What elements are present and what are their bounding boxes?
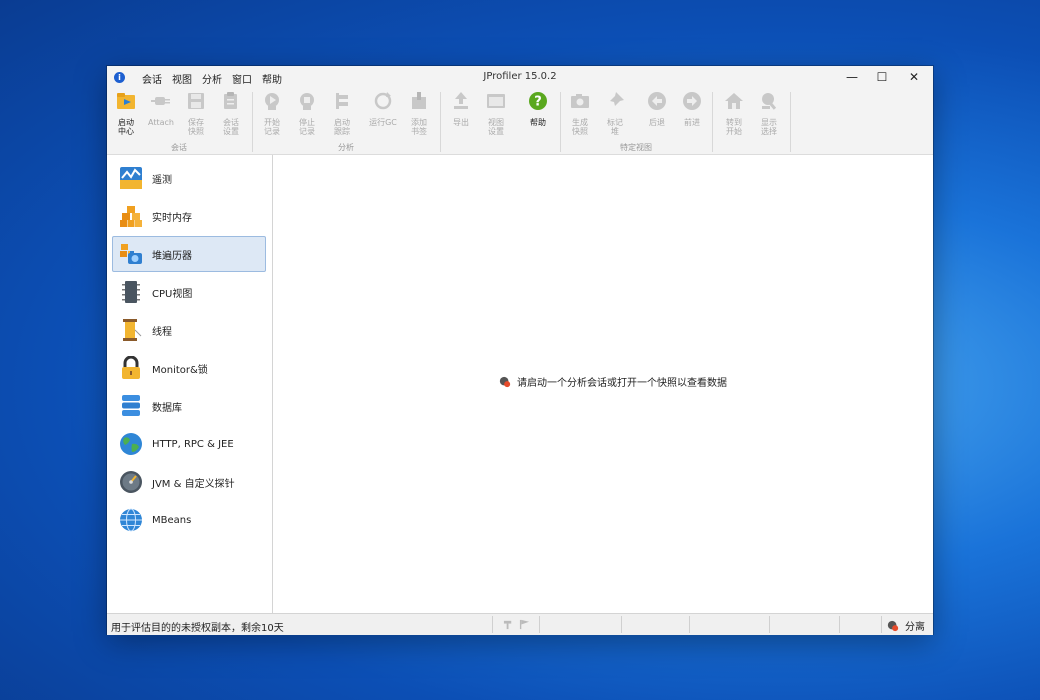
- attach-icon: [151, 97, 170, 105]
- export-button[interactable]: 导出: [444, 91, 478, 127]
- toolbar-group-view-specific: 特定视图: [620, 143, 652, 152]
- help-icon: ?: [529, 92, 547, 110]
- status-separator: [539, 616, 540, 633]
- license-status-text: 用于评估目的的未授权副本，剩余10天: [111, 623, 284, 634]
- sidebar-item-label: 线程: [152, 326, 172, 338]
- empty-state-text: 请启动一个分析会话或打开一个快照以查看数据: [517, 378, 727, 389]
- app-window: i 会话 视图 分析 窗口 帮助 JProfiler 15.0.2 — ☐ ✕ …: [107, 66, 933, 635]
- export-icon: [454, 92, 468, 109]
- session-settings-button[interactable]: 会话 设置: [214, 91, 248, 136]
- home-icon: [725, 93, 743, 109]
- toolbar: 启动 中心 Attach 保存 快照 会话 设置 会话 开始 记录 停止 记录 …: [107, 88, 933, 155]
- status-separator: [839, 616, 840, 633]
- status-bar: 用于评估目的的未授权副本，剩余10天 分离: [107, 613, 933, 635]
- add-bookmark-button[interactable]: 添加 书签: [402, 91, 436, 136]
- sidebar-item-http-rpc-jee[interactable]: HTTP, RPC & JEE: [112, 426, 266, 462]
- sidebar-item-label: 数据库: [152, 402, 182, 414]
- pin-status-icon: [503, 620, 512, 630]
- start-recording-icon: [265, 93, 279, 110]
- detach-label: 分离: [905, 622, 925, 633]
- minimize-button[interactable]: —: [837, 69, 867, 86]
- add-bookmark-icon: [412, 92, 426, 109]
- status-separator: [689, 616, 690, 633]
- back-icon: [648, 92, 666, 110]
- sidebar-item-telemetry[interactable]: 遥测: [112, 160, 266, 196]
- main-content-area: 请启动一个分析会话或打开一个快照以查看数据: [273, 155, 933, 613]
- window-title: JProfiler 15.0.2: [483, 71, 557, 82]
- title-bar: i 会话 视图 分析 窗口 帮助 JProfiler 15.0.2 — ☐ ✕: [107, 66, 933, 88]
- start-center-icon: [117, 93, 135, 109]
- help-button[interactable]: ? 帮助: [521, 91, 555, 127]
- toolbar-separator: [712, 92, 713, 152]
- sidebar-item-monitors-locks[interactable]: Monitor&锁: [112, 350, 266, 386]
- sidebar-item-heap-walker[interactable]: 堆遍历器: [112, 236, 266, 272]
- sidebar-item-cpu-views[interactable]: CPU视图: [112, 274, 266, 310]
- view-settings-icon: [487, 94, 505, 108]
- database-icon: [122, 395, 140, 416]
- svg-text:?: ?: [534, 95, 542, 110]
- view-settings-button[interactable]: 视图 设置: [479, 91, 513, 136]
- close-button[interactable]: ✕: [899, 69, 929, 86]
- run-gc-icon: [374, 92, 392, 110]
- sidebar-item-label: Monitor&锁: [152, 364, 208, 376]
- sidebar-item-label: CPU视图: [152, 288, 193, 300]
- forward-icon: [683, 92, 701, 110]
- sidebar-item-label: HTTP, RPC & JEE: [152, 438, 234, 450]
- toolbar-group-analysis: 分析: [338, 143, 354, 152]
- camera-icon: [571, 94, 589, 108]
- start-recording-button[interactable]: 开始 记录: [255, 91, 289, 136]
- attach-button[interactable]: Attach: [144, 91, 178, 127]
- mbeans-icon: [120, 508, 142, 532]
- session-settings-icon: [224, 92, 237, 109]
- back-button[interactable]: 后退: [640, 91, 674, 127]
- gauge-icon: [120, 471, 142, 493]
- status-separator: [621, 616, 622, 633]
- sidebar-item-label: JVM & 自定义探针: [152, 478, 235, 490]
- sidebar-item-jvm-probes[interactable]: JVM & 自定义探针: [112, 464, 266, 500]
- detach-button[interactable]: 分离: [887, 618, 925, 633]
- toolbar-group-session: 会话: [171, 143, 187, 152]
- live-memory-icon: [120, 206, 142, 227]
- heap-walker-icon: [120, 244, 142, 264]
- sidebar-item-live-memory[interactable]: 实时内存: [112, 198, 266, 234]
- show-selection-button[interactable]: 显示 选择: [752, 91, 786, 136]
- start-tracking-button[interactable]: 启动 跟踪: [325, 91, 359, 136]
- save-snapshot-button[interactable]: 保存 快照: [179, 91, 213, 136]
- monitor-lock-icon: [122, 356, 140, 379]
- stop-recording-icon: [300, 93, 314, 110]
- show-selection-icon: [762, 93, 777, 110]
- status-separator: [881, 616, 882, 633]
- sidebar-item-label: 实时内存: [152, 212, 192, 224]
- mark-heap-button[interactable]: 标记 堆: [598, 91, 632, 136]
- pin-icon: [607, 92, 624, 109]
- save-snapshot-icon: [188, 93, 204, 109]
- flag-status-icon: [519, 619, 530, 630]
- sidebar-item-label: MBeans: [152, 514, 192, 526]
- globe-icon: [120, 433, 142, 455]
- threads-icon: [123, 319, 142, 341]
- status-separator: [492, 616, 493, 633]
- sidebar-item-databases[interactable]: 数据库: [112, 388, 266, 424]
- camera-button[interactable]: 生成 快照: [563, 91, 597, 136]
- sidebar-item-mbeans[interactable]: MBeans: [112, 502, 266, 538]
- maximize-button[interactable]: ☐: [867, 69, 897, 86]
- status-separator: [769, 616, 770, 633]
- sidebar-item-threads[interactable]: 线程: [112, 312, 266, 348]
- start-tracking-icon: [336, 93, 348, 109]
- toolbar-separator: [440, 92, 441, 152]
- detach-icon: [887, 620, 899, 631]
- view-selector-sidebar: 遥测 实时内存 堆遍历器 CPU视图 线程 Monitor&锁 数据库 HTTP…: [107, 155, 273, 613]
- start-center-button[interactable]: 启动 中心: [109, 91, 143, 136]
- forward-button[interactable]: 前进: [675, 91, 709, 127]
- session-hint-icon: [499, 376, 511, 387]
- run-gc-button[interactable]: 运行GC: [366, 91, 400, 127]
- empty-state-message: 请启动一个分析会话或打开一个快照以查看数据: [499, 374, 727, 389]
- stop-recording-button[interactable]: 停止 记录: [290, 91, 324, 136]
- telemetry-icon: [120, 167, 142, 189]
- sidebar-item-label: 遥测: [152, 174, 172, 186]
- sidebar-item-label: 堆遍历器: [152, 250, 192, 262]
- go-to-start-button[interactable]: 转到 开始: [717, 91, 751, 136]
- toolbar-separator: [790, 92, 791, 152]
- cpu-views-icon: [122, 281, 140, 303]
